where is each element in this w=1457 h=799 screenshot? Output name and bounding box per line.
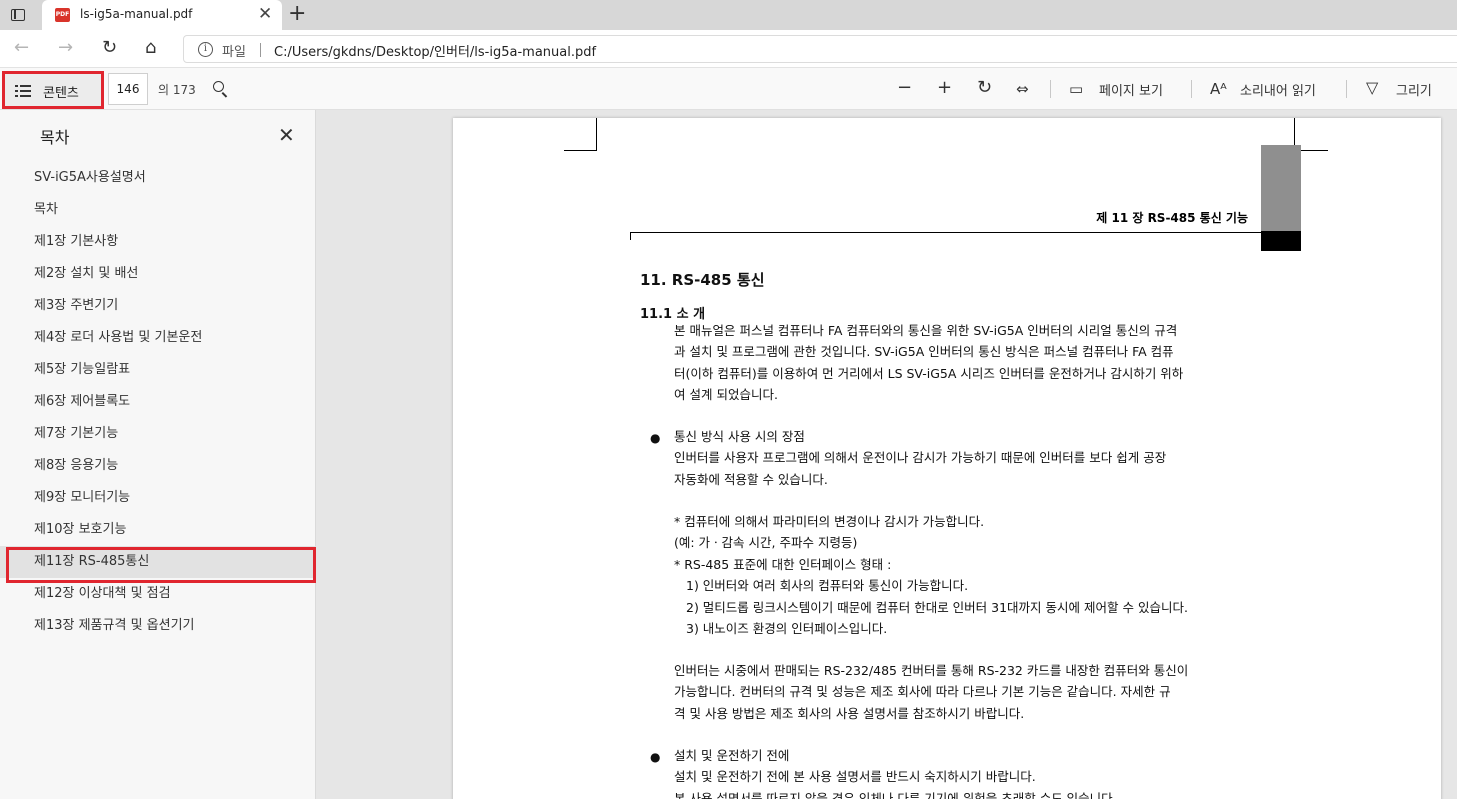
tab-title: ls-ig5a-manual.pdf <box>80 7 193 21</box>
text-line: 본 사용 설명서를 따르지 않을 경우 인체나 다른 기기에 위험을 초래할 수… <box>674 790 1117 799</box>
address-divider <box>260 43 261 57</box>
toc-item[interactable]: 제2장 설치 및 배선 <box>0 258 316 290</box>
text-line: * RS-485 표준에 대한 인터페이스 형태 : <box>674 556 892 572</box>
text-line: 가능합니다. 컨버터의 규격 및 성능은 제조 회사에 따라 다르나 기본 기능… <box>674 684 1171 700</box>
crop-mark <box>596 118 597 150</box>
pdf-file-icon: PDF <box>55 8 70 22</box>
address-bar[interactable]: i 파일 C:/Users/gkdns/Desktop/인버터/ls-ig5a-… <box>183 35 1457 63</box>
toc-item[interactable]: 제9장 모니터기능 <box>0 482 316 514</box>
toc-item[interactable]: 제3장 주변기기 <box>0 290 316 322</box>
section-heading: 11. RS-485 통신 <box>640 271 765 289</box>
close-tab-icon[interactable]: ✕ <box>258 5 272 23</box>
page-view-button[interactable]: 페이지 보기 <box>1099 80 1163 99</box>
running-head: 제 11 장 RS-485 통신 기능 <box>1096 211 1248 225</box>
file-scheme-label: 파일 <box>222 45 246 60</box>
close-sidebar-icon[interactable]: ✕ <box>278 124 295 146</box>
pdf-page: 제 11 장 RS-485 통신 기능 11. RS-485 통신 11.1 소… <box>453 118 1441 799</box>
text-line: 과 설치 및 프로그램에 관한 것입니다. SV-iG5A 인버터의 통신 방식… <box>674 344 1174 360</box>
toc-item[interactable]: 제1장 기본사항 <box>0 226 316 258</box>
pdf-viewer[interactable]: 제 11 장 RS-485 통신 기능 11. RS-485 통신 11.1 소… <box>317 110 1457 799</box>
rotate-icon[interactable]: ↻ <box>977 78 992 98</box>
text-line: 본 매뉴얼은 퍼스널 컴퓨터나 FA 컴퓨터와의 통신을 위한 SV-iG5A … <box>674 323 1178 338</box>
address-url[interactable]: C:/Users/gkdns/Desktop/인버터/ls-ig5a-manua… <box>274 41 596 60</box>
feature-list: * 컴퓨터에 의해서 파라미터의 변경이나 감시가 가능합니다. (예: 가ㆍ감… <box>674 511 1256 639</box>
bullet-title: 설치 및 운전하기 전에 <box>674 748 790 763</box>
bullet-icon: ● <box>650 750 661 764</box>
read-aloud-icon[interactable]: Aᴬ <box>1210 79 1227 99</box>
page-view-icon[interactable]: ▭ <box>1069 79 1083 99</box>
fit-width-icon[interactable]: ⇔ <box>1016 79 1029 99</box>
zoom-out-icon[interactable]: − <box>897 78 912 98</box>
bullet-section-setup: 설치 및 운전하기 전에 설치 및 운전하기 전에 본 사용 설명서를 반드시 … <box>674 745 1256 799</box>
browser-tab[interactable]: PDF ls-ig5a-manual.pdf ✕ <box>42 0 282 30</box>
text-line: 인버터는 시중에서 판매되는 RS-232/485 컨버터를 통해 RS-232… <box>674 663 1189 678</box>
chapter-tab-marker <box>1261 145 1301 251</box>
read-aloud-button[interactable]: 소리내어 읽기 <box>1240 80 1316 99</box>
tab-actions-icon[interactable] <box>8 6 28 24</box>
crop-mark <box>564 150 597 151</box>
draw-icon[interactable]: ▽ <box>1366 78 1378 98</box>
intro-paragraph: 본 매뉴얼은 퍼스널 컴퓨터나 FA 컴퓨터와의 통신을 위한 SV-iG5A … <box>674 320 1256 406</box>
text-line: (예: 가ㆍ감속 시간, 주파수 지령등) <box>674 535 858 551</box>
toc-item[interactable]: 제8장 응용기능 <box>0 450 316 482</box>
draw-button[interactable]: 그리기 <box>1396 80 1432 99</box>
search-icon[interactable] <box>212 80 230 98</box>
toc-sidebar: 목차 ✕ SV-iG5A사용설명서 목차 제1장 기본사항 제2장 설치 및 배… <box>0 110 316 799</box>
page-number-input[interactable]: 146 <box>108 73 148 105</box>
info-icon[interactable]: i <box>198 42 213 57</box>
toc-item[interactable]: 제13장 제품규격 및 옵션기기 <box>0 610 316 642</box>
toolbar-divider <box>1346 80 1347 98</box>
text-line: 여 설계 되었습니다. <box>674 387 778 403</box>
navigation-bar: ← → ↻ ⌂ i 파일 C:/Users/gkdns/Desktop/인버터/… <box>0 30 1457 68</box>
refresh-icon[interactable]: ↻ <box>102 38 117 58</box>
toc-item[interactable]: 제12장 이상대책 및 점검 <box>0 578 316 610</box>
toolbar-divider <box>1050 80 1051 98</box>
text-line: 터(이하 컴퓨터)를 이용하여 먼 거리에서 LS SV-iG5A 시리즈 인버… <box>674 365 1184 381</box>
text-line: 인버터를 사용자 프로그램에 의해서 운전이나 감시가 가능하기 때문에 인버터… <box>674 450 1167 466</box>
zoom-in-icon[interactable]: + <box>937 78 952 98</box>
pdf-toolbar: 콘텐츠 146 의 173 − + ↻ ⇔ ▭ 페이지 보기 Aᴬ 소리내어 읽… <box>0 68 1457 110</box>
text-line: 2) 멀티드롭 링크시스템이기 때문에 컴퓨터 한대로 인버터 31대까지 동시… <box>686 599 1188 615</box>
toc-item[interactable]: 제6장 제어블록도 <box>0 386 316 418</box>
page-total: 의 173 <box>158 83 196 97</box>
toc-item-active[interactable]: 제11장 RS-485통신 <box>0 546 316 583</box>
toc-item[interactable]: 제5장 기능일람표 <box>0 354 316 386</box>
contents-label: 콘텐츠 <box>43 86 79 101</box>
home-icon[interactable]: ⌂ <box>145 38 156 58</box>
text-line: * 컴퓨터에 의해서 파라미터의 변경이나 감시가 가능합니다. <box>674 514 985 529</box>
header-rule-tick <box>630 232 631 240</box>
toc-item[interactable]: 제4장 로더 사용법 및 기본운전 <box>0 322 316 354</box>
contents-button[interactable]: 콘텐츠 <box>2 71 104 109</box>
toc-item[interactable]: 제10장 보호기능 <box>0 514 316 546</box>
converter-paragraph: 인버터는 시중에서 판매되는 RS-232/485 컨버터를 통해 RS-232… <box>674 660 1256 724</box>
text-line: 설치 및 운전하기 전에 본 사용 설명서를 반드시 숙지하시기 바랍니다. <box>674 769 1036 785</box>
text-line: 자동화에 적용할 수 있습니다. <box>674 471 828 487</box>
list-icon <box>15 85 31 97</box>
text-line: 격 및 사용 방법은 제조 회사의 사용 설명서를 참조하시기 바랍니다. <box>674 705 1025 721</box>
toc-item[interactable]: SV-iG5A사용설명서 <box>0 162 316 194</box>
toc-item[interactable]: 제7장 기본기능 <box>0 418 316 450</box>
toc-title: 목차 <box>40 128 70 147</box>
text-line: 1) 인버터와 여러 회사의 컴퓨터와 통신이 가능합니다. <box>686 578 969 594</box>
bullet-icon: ● <box>650 431 661 445</box>
tab-strip: PDF ls-ig5a-manual.pdf ✕ + <box>0 0 1457 30</box>
toc-list: SV-iG5A사용설명서 목차 제1장 기본사항 제2장 설치 및 배선 제3장… <box>0 162 316 642</box>
bullet-title: 통신 방식 사용 시의 장점 <box>674 429 805 444</box>
new-tab-button[interactable]: + <box>288 2 306 26</box>
forward-arrow-icon[interactable]: → <box>58 38 73 58</box>
toc-item[interactable]: 목차 <box>0 194 316 226</box>
text-line: 3) 내노이즈 환경의 인터페이스입니다. <box>686 621 888 637</box>
toolbar-divider <box>1191 80 1192 98</box>
header-rule <box>630 232 1300 233</box>
bullet-section-advantages: 통신 방식 사용 시의 장점 인버터를 사용자 프로그램에 의해서 운전이나 감… <box>674 426 1256 490</box>
back-arrow-icon[interactable]: ← <box>14 38 29 58</box>
